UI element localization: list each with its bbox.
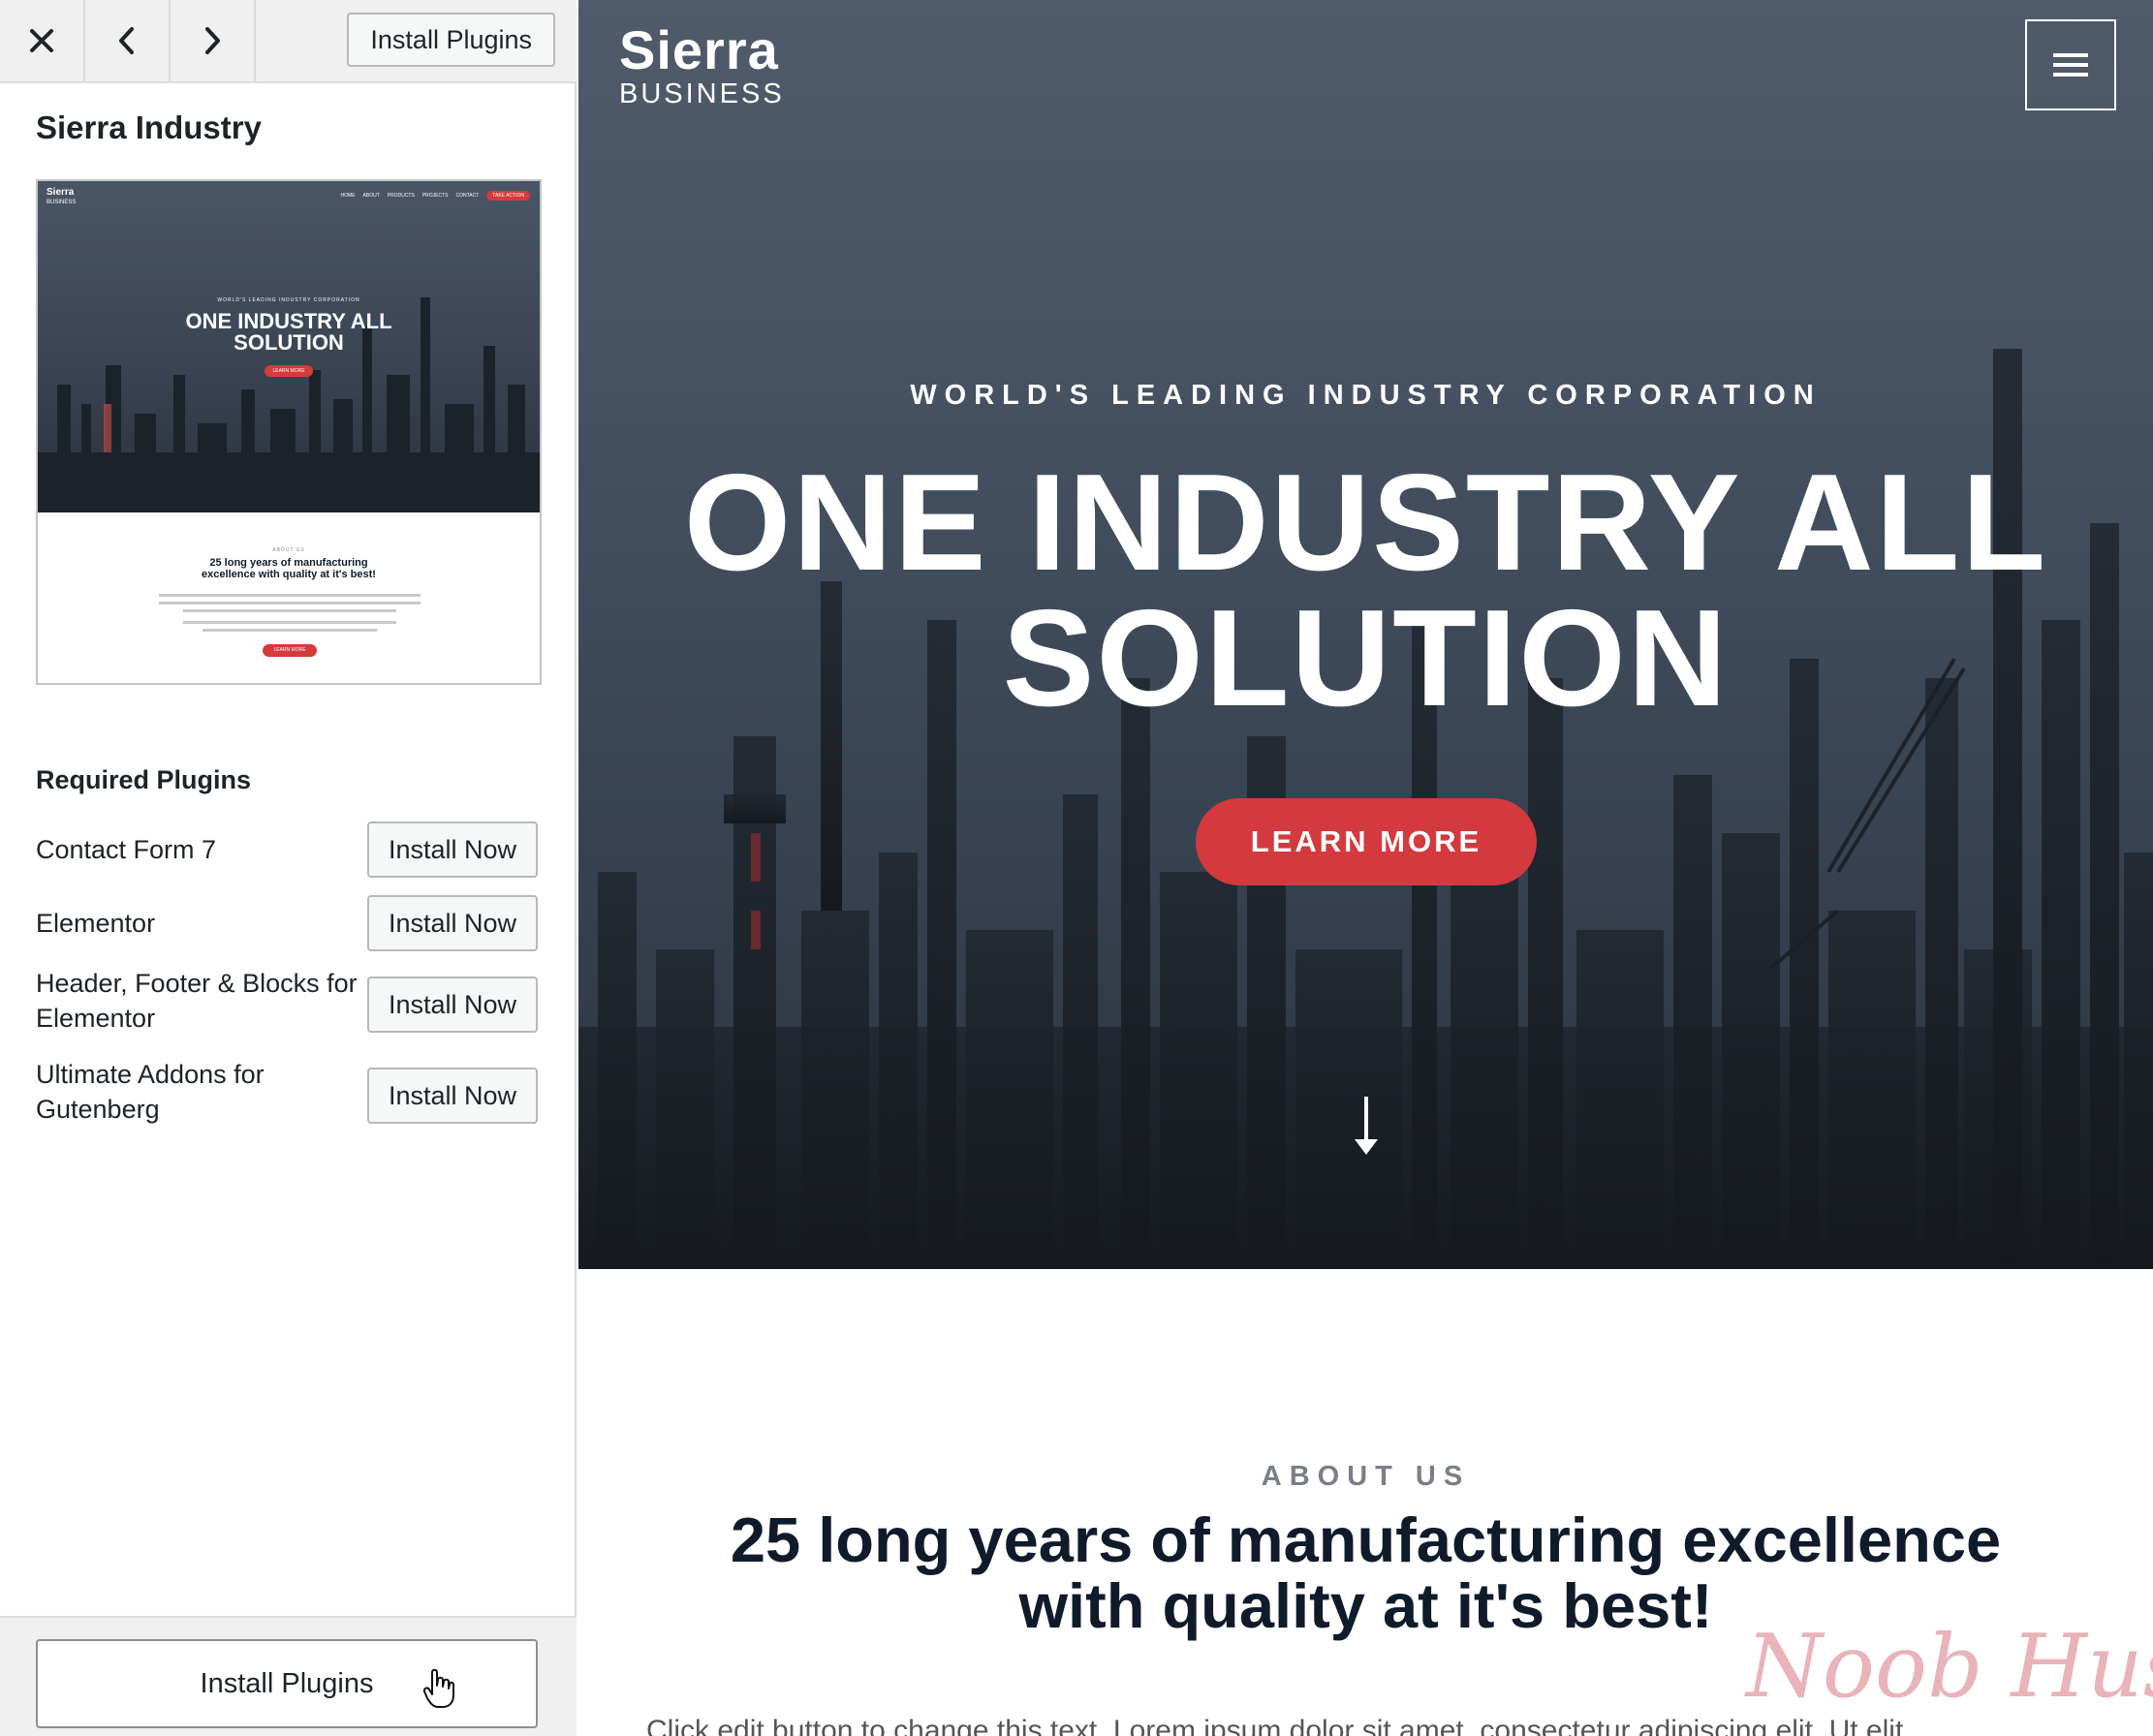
hero-headline: ONE INDUSTRY ALL SOLUTION: [578, 446, 2153, 735]
site-logo-name: Sierra: [619, 19, 779, 80]
thumbnail-hero: Sierra BUSINESS HOME ABOUT PRODUCTS PROJ…: [38, 181, 540, 512]
thumbnail-about-kicker: ABOUT US: [272, 547, 305, 553]
theme-thumbnail: Sierra BUSINESS HOME ABOUT PRODUCTS PROJ…: [36, 179, 542, 685]
plugin-name: Elementor: [36, 909, 156, 938]
thumbnail-nav-item: HOME: [340, 193, 356, 199]
plugin-name: Contact Form 7: [36, 835, 217, 864]
thumbnail-logo: Sierra BUSINESS: [47, 188, 76, 207]
thumbnail-logo-text: Sierra: [47, 187, 75, 198]
thumbnail-learn-more: LEARN MORE: [265, 365, 313, 377]
watermark: Noob Hustle: [1746, 1616, 2153, 1718]
about-title-line: 25 long years of manufacturing excellenc…: [730, 1504, 2002, 1575]
thumbnail-nav-item: PROJECTS: [421, 193, 449, 199]
install-plugins-button[interactable]: Install Plugins: [36, 1639, 538, 1728]
hero-section: Sierra BUSINESS WORLD'S LEADING INDUSTRY…: [578, 0, 2153, 1269]
about-body-text: Click edit button to change this text. L…: [646, 1715, 1904, 1736]
thumbnail-about-title-line: excellence with quality at it's best!: [202, 569, 376, 580]
hamburger-menu-icon: [2053, 53, 2088, 77]
thumbnail-text-line: [183, 609, 396, 612]
install-now-button[interactable]: Install Now: [367, 895, 538, 951]
thumbnail-nav-item: PRODUCTS: [387, 193, 415, 199]
thumbnail-about-title-line: 25 long years of manufacturing: [209, 557, 368, 569]
sidebar-footer: Install Plugins: [0, 1616, 577, 1736]
thumbnail-text-line: [203, 629, 377, 632]
thumbnail-about-button: LEARN MORE: [263, 644, 317, 657]
hand-pointer-cursor-icon: [422, 1668, 454, 1708]
learn-more-button[interactable]: LEARN MORE: [1196, 798, 1537, 885]
next-theme-button[interactable]: [171, 0, 256, 81]
install-plugins-top-button[interactable]: Install Plugins: [347, 13, 555, 67]
customizer-sidebar: Install Plugins Sierra Industry Sierra B…: [0, 0, 577, 1736]
thumbnail-headline-line: ONE INDUSTRY ALL: [185, 309, 392, 333]
hero-headline-line: ONE INDUSTRY ALL: [683, 446, 2048, 600]
thumbnail-headline: ONE INDUSTRY ALL SOLUTION: [38, 311, 540, 354]
site-logo[interactable]: Sierra BUSINESS: [619, 19, 785, 109]
plugin-name: Header, Footer & Blocks for Elementor: [36, 969, 358, 1033]
previous-theme-button[interactable]: [85, 0, 171, 81]
chevron-left-icon: [119, 27, 134, 54]
plugin-name: Ultimate Addons for Gutenberg: [36, 1060, 265, 1124]
hero-headline-line: SOLUTION: [1002, 581, 1730, 735]
thumbnail-logo-sub: BUSINESS: [47, 200, 77, 205]
thumbnail-nav-item: ABOUT: [362, 193, 380, 199]
theme-title: Sierra Industry: [36, 109, 262, 145]
thumbnail-headline-line: SOLUTION: [234, 330, 344, 355]
close-icon: [30, 29, 53, 52]
site-preview: Sierra BUSINESS WORLD'S LEADING INDUSTRY…: [578, 0, 2153, 1736]
chevron-right-icon: [205, 27, 220, 54]
close-button[interactable]: [0, 0, 85, 81]
site-logo-sub: BUSINESS: [619, 78, 785, 109]
thumbnail-text-line: [159, 602, 421, 604]
install-now-button[interactable]: Install Now: [367, 822, 538, 878]
thumbnail-text-line: [159, 594, 421, 597]
thumbnail-nav-cta: TAKE ACTION: [486, 191, 530, 201]
thumbnail-about: ABOUT US 25 long years of manufacturing …: [38, 512, 540, 683]
install-now-button[interactable]: Install Now: [367, 1068, 538, 1124]
required-plugins-heading: Required Plugins: [36, 765, 252, 794]
thumbnail-nav: HOME ABOUT PRODUCTS PROJECTS CONTACT TAK…: [341, 191, 530, 201]
hero-kicker: WORLD'S LEADING INDUSTRY CORPORATION: [910, 380, 1822, 411]
arrow-down-icon[interactable]: [1352, 1097, 1381, 1157]
thumbnail-about-title: 25 long years of manufacturing excellenc…: [38, 557, 540, 580]
install-now-button[interactable]: Install Now: [367, 976, 538, 1033]
thumbnail-nav-item: CONTACT: [455, 193, 480, 199]
thumbnail-kicker: WORLD'S LEADING INDUSTRY CORPORATION: [217, 297, 360, 303]
about-kicker: ABOUT US: [1261, 1461, 1471, 1492]
thumbnail-text-line: [183, 621, 396, 624]
sidebar-toolbar: Install Plugins: [0, 0, 577, 83]
menu-toggle-button[interactable]: [2025, 19, 2116, 110]
